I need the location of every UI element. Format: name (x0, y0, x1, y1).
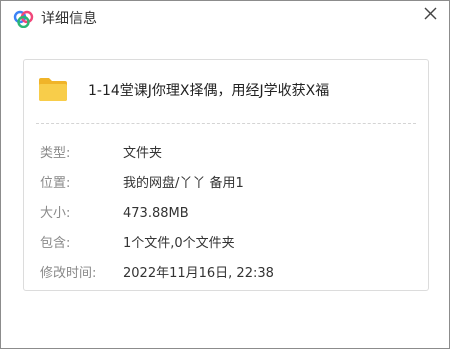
file-name: 1-14堂课J你理X择偶，用经J学收获X福 (88, 83, 330, 99)
contains-label: 包含: (40, 236, 71, 251)
size-value: 473.88MB (123, 206, 189, 221)
type-value: 文件夹 (123, 146, 163, 161)
details-dialog: 详细信息 1-14堂课J你理X择偶，用经J学收获X福 类型: 文件夹 位置: 我… (0, 0, 450, 349)
folder-icon (39, 78, 67, 101)
location-label: 位置: (40, 176, 71, 191)
modified-label: 修改时间: (40, 266, 97, 281)
type-label: 类型: (40, 146, 71, 161)
title-bar: 详细信息 (1, 1, 449, 39)
size-label: 大小: (40, 206, 71, 221)
contains-value: 1个文件,0个文件夹 (123, 236, 235, 251)
close-icon (424, 7, 437, 20)
dialog-title: 详细信息 (41, 11, 97, 27)
modified-value: 2022年11月16日, 22:38 (123, 266, 274, 281)
location-value: 我的网盘/丫丫 备用1 (123, 176, 244, 191)
close-button[interactable] (417, 3, 443, 27)
cloud-logo-icon (13, 10, 34, 28)
details-card: 1-14堂课J你理X择偶，用经J学收获X福 类型: 文件夹 位置: 我的网盘/丫… (23, 59, 429, 291)
divider (36, 123, 416, 124)
